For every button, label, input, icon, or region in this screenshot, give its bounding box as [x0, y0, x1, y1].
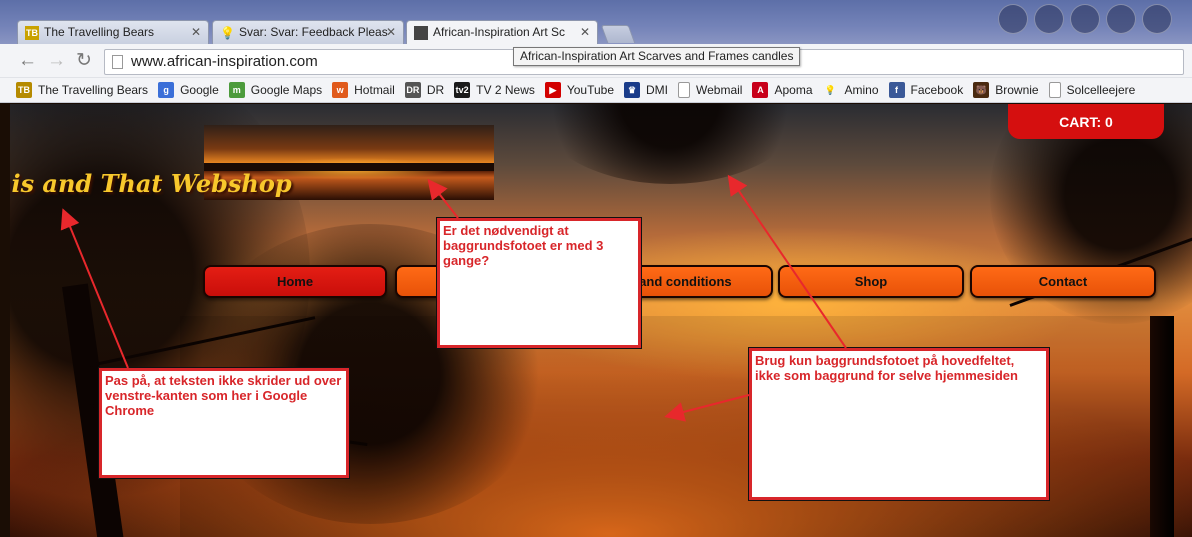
main-panel-shadow — [1150, 316, 1174, 537]
bookmark-label: DMI — [646, 83, 669, 97]
bookmark-label: DR — [426, 83, 445, 97]
bookmark-label: Hotmail — [354, 83, 395, 97]
url-text[interactable]: www.african-inspiration.com — [131, 53, 318, 70]
bookmark-item[interactable]: ♛ DMI — [624, 82, 668, 98]
bookmark-item[interactable]: f Facebook — [888, 82, 964, 98]
bookmark-item[interactable]: w Hotmail — [332, 82, 395, 98]
browser-tab-travelling-bears[interactable]: TB The Travelling Bears ✕ — [17, 20, 209, 44]
bookmark-favicon-icon: m — [228, 82, 245, 98]
bookmark-label: Facebook — [910, 83, 964, 97]
bookmark-favicon-icon: 🐻 — [973, 82, 990, 98]
browser-tab-african-inspiration[interactable]: African-Inspiration Art Sc ✕ — [406, 20, 598, 45]
bookmark-label: The Travelling Bears — [38, 83, 149, 97]
reload-icon[interactable]: ↻ — [76, 50, 92, 72]
bookmark-favicon-icon — [678, 82, 691, 98]
bookmark-item[interactable]: 💡 Amino — [822, 82, 879, 98]
menu-shop[interactable]: Shop — [778, 265, 964, 298]
bookmark-label: Google — [180, 83, 219, 97]
annotation-photo-note: Er det nødvendigt at baggrundsfotoet er … — [437, 218, 641, 348]
bookmark-label: YouTube — [566, 83, 615, 97]
bookmark-favicon-icon: f — [888, 82, 905, 98]
bookmark-favicon-icon: DR — [404, 82, 421, 98]
bookmark-item[interactable]: m Google Maps — [228, 82, 323, 98]
bookmark-label: Amino — [844, 83, 879, 97]
bookmark-favicon-icon: ▶ — [544, 82, 561, 98]
bookmark-item[interactable]: g Google — [158, 82, 219, 98]
tab-close-icon[interactable]: ✕ — [191, 21, 201, 44]
menu-contact[interactable]: Contact — [970, 265, 1156, 298]
annotation-text-note: Pas på, at teksten ikke skrider ud over … — [99, 368, 349, 478]
back-arrow-icon[interactable]: ← — [18, 50, 37, 72]
bookmark-favicon-icon: g — [158, 82, 175, 98]
tb-favicon-icon: TB — [25, 26, 39, 40]
tab-close-icon[interactable]: ✕ — [580, 21, 590, 44]
forward-arrow-icon[interactable]: → — [47, 50, 66, 72]
window-decoration — [998, 4, 1172, 34]
bookmark-label: Brownie — [995, 83, 1039, 97]
bookmark-item[interactable]: ▶ YouTube — [544, 82, 615, 98]
cart-button[interactable]: CART: 0 — [1008, 104, 1164, 139]
bulb-icon: 💡 — [220, 26, 235, 40]
annotation-background-note: Brug kun baggrundsfotoet på hovedfeltet,… — [749, 348, 1049, 500]
bookmark-favicon-icon: ♛ — [624, 82, 641, 98]
bookmark-label: Webmail — [696, 83, 743, 97]
bookmark-favicon-icon: w — [332, 82, 349, 98]
bookmark-item[interactable]: Webmail — [678, 82, 742, 98]
bookmark-item[interactable]: Solcelleejere — [1048, 82, 1136, 98]
browser-tab-strip: TB The Travelling Bears ✕ 💡 Svar: Svar: … — [0, 0, 1192, 45]
bookmark-label: Google Maps — [250, 83, 323, 97]
bookmark-favicon-icon: TB — [16, 82, 32, 98]
bookmark-item[interactable]: 🐻 Brownie — [973, 82, 1039, 98]
bookmark-item[interactable]: TB The Travelling Bears — [16, 82, 148, 98]
tab-label: Svar: Svar: Feedback Pleas — [239, 25, 388, 39]
bookmark-item[interactable]: A Apoma — [752, 82, 813, 98]
bookmark-item[interactable]: tv2 TV 2 News — [454, 82, 535, 98]
bookmark-label: Solcelleejere — [1066, 83, 1136, 97]
tab-label: African-Inspiration Art Sc — [433, 25, 566, 39]
bookmark-favicon-icon: 💡 — [822, 82, 839, 98]
menu-home[interactable]: Home — [203, 265, 387, 298]
bookmark-item[interactable]: DR DR — [404, 82, 445, 98]
browser-tab-feedback[interactable]: 💡 Svar: Svar: Feedback Pleas ✕ — [212, 20, 404, 44]
image-icon — [414, 26, 428, 40]
tab-label: The Travelling Bears — [44, 25, 155, 39]
tree-silhouette — [530, 104, 810, 184]
bookmark-favicon-icon — [1048, 82, 1061, 98]
page-icon — [112, 55, 123, 69]
bookmarks-bar: TB The Travelling Bears g Google m Google Map… — [0, 78, 1192, 103]
tab-close-icon[interactable]: ✕ — [386, 21, 396, 44]
bookmark-label: Apoma — [774, 83, 813, 97]
bookmark-label: TV 2 News — [476, 83, 535, 97]
shop-title[interactable]: his and That Webshop — [10, 169, 292, 198]
bookmark-favicon-icon: tv2 — [454, 82, 471, 98]
tab-tooltip: African-Inspiration Art Scarves and Fram… — [513, 47, 801, 66]
new-tab-button[interactable] — [600, 25, 636, 43]
bookmark-favicon-icon: A — [752, 82, 769, 98]
